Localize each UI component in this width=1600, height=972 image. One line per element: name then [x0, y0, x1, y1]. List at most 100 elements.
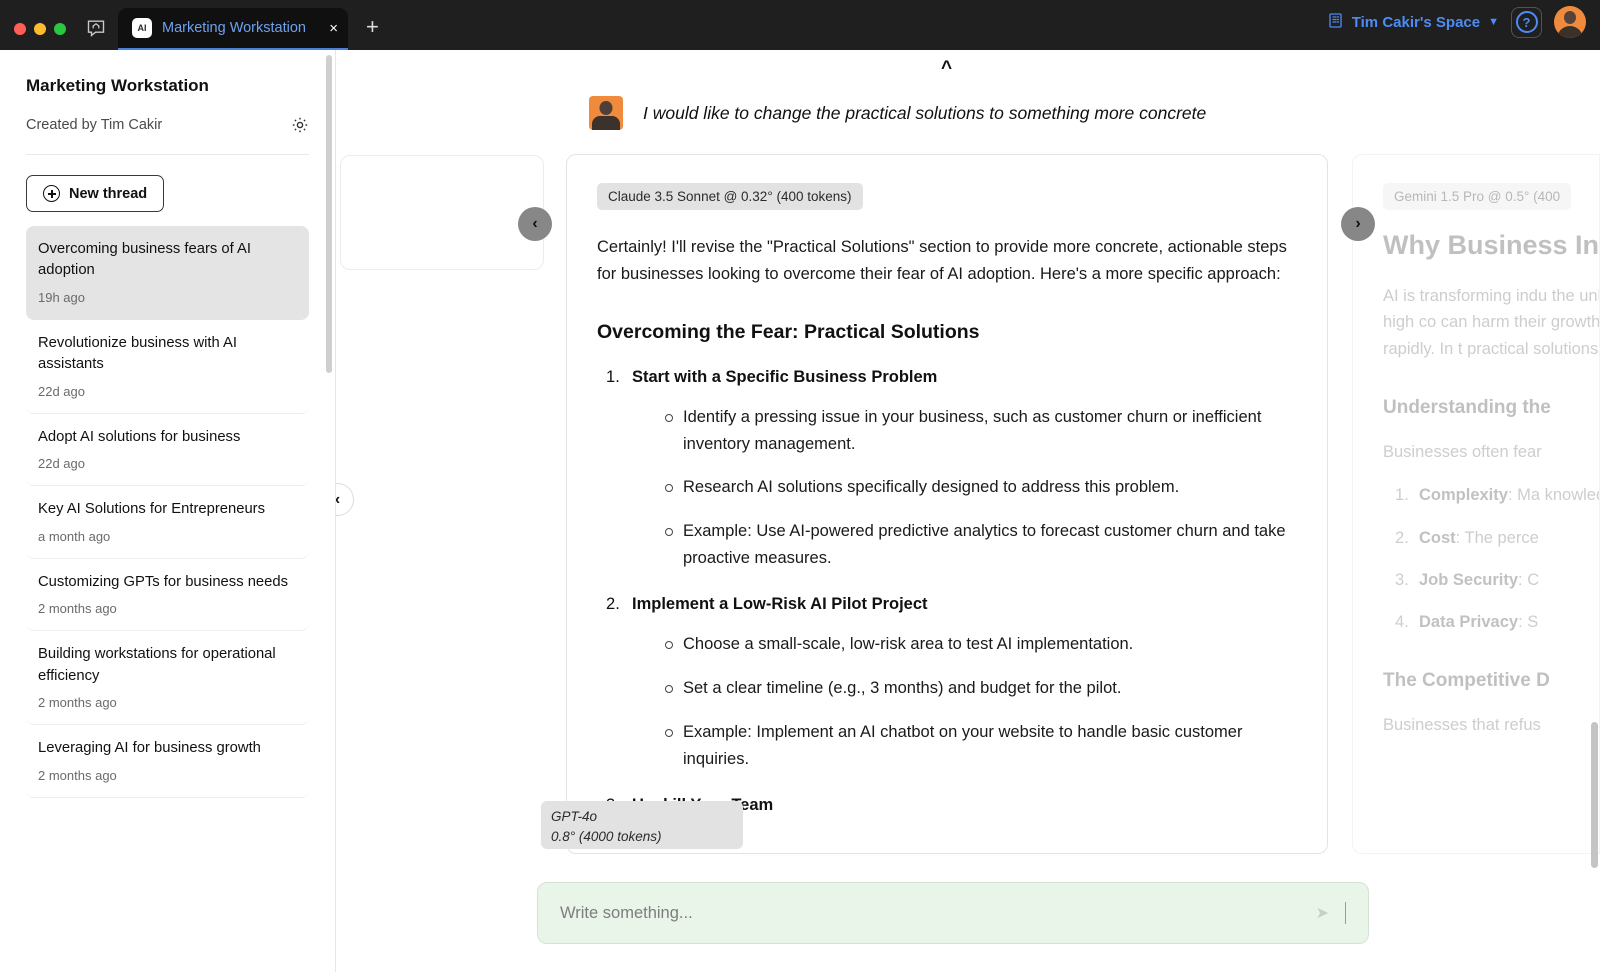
chrome-right-controls: Tim Cakir's Space ▼ ? — [1327, 6, 1600, 50]
avatar[interactable] — [1554, 6, 1586, 38]
gear-icon[interactable] — [291, 116, 309, 134]
next-response-button[interactable]: › — [1341, 207, 1375, 241]
list-item-text: : The perce — [1456, 529, 1539, 547]
workspace-meta-row: Created by Tim Cakir — [26, 116, 309, 155]
avatar-head — [1564, 11, 1576, 24]
window-controls[interactable] — [0, 23, 80, 50]
list-item-text: : Ma knowledge. — [1508, 486, 1600, 504]
next-response-subheading: Understanding the — [1383, 397, 1599, 419]
minimize-window-button[interactable] — [34, 23, 46, 35]
thread-timestamp: 2 months ago — [38, 601, 297, 616]
new-tab-button[interactable]: + — [348, 16, 391, 50]
sidebar-header: Marketing Workstation Created by Tim Cak… — [0, 50, 335, 155]
tab-title: Marketing Workstation — [162, 20, 317, 36]
thread-list-item[interactable]: Key AI Solutions for Entrepreneurs a mon… — [26, 486, 309, 558]
app-body: Marketing Workstation Created by Tim Cak… — [0, 50, 1600, 972]
space-selector[interactable]: Tim Cakir's Space ▼ — [1327, 12, 1499, 33]
step-bullet: Research AI solutions specifically desig… — [597, 474, 1297, 501]
maximize-window-button[interactable] — [54, 23, 66, 35]
sidebar-scrollbar[interactable] — [326, 55, 332, 373]
thread-timestamp: a month ago — [38, 529, 297, 544]
next-response-heading-2: The Competitive D — [1383, 670, 1599, 692]
step-bullets: Identify a pressing issue in your busine… — [597, 404, 1297, 572]
step-title: Implement a Low-Risk AI Pilot Project — [597, 595, 1297, 614]
thread-list-item[interactable]: Leveraging AI for business growth 2 mont… — [26, 725, 309, 797]
step-bullet: Example: Use AI-powered predictive analy… — [597, 518, 1297, 571]
assistant-response-card: Claude 3.5 Sonnet @ 0.32° (400 tokens) C… — [566, 154, 1328, 854]
list-item: Complexity: Ma knowledge. — [1383, 482, 1600, 508]
avatar-body — [1557, 26, 1583, 38]
send-icon[interactable]: ➤ — [1316, 903, 1329, 923]
thread-timestamp: 22d ago — [38, 384, 297, 399]
thread-list-item[interactable]: Overcoming business fears of AI adoption… — [26, 226, 309, 320]
thread-list-item[interactable]: Revolutionize business with AI assistant… — [26, 320, 309, 414]
tab-favicon: AI — [132, 18, 152, 38]
step-bullet: Identify a pressing issue in your busine… — [597, 404, 1297, 457]
thread-list: Overcoming business fears of AI adoption… — [0, 212, 335, 798]
thread-title: Customizing GPTs for business needs — [38, 572, 297, 593]
home-bubble-icon[interactable] — [82, 14, 110, 42]
close-tab-icon[interactable]: × — [327, 21, 338, 36]
space-selector-label: Tim Cakir's Space — [1352, 14, 1480, 31]
thread-list-item[interactable]: Customizing GPTs for business needs 2 mo… — [26, 559, 309, 631]
new-thread-wrapper: New thread — [0, 155, 335, 212]
response-step-list: Start with a Specific Business Problem I… — [597, 368, 1297, 815]
thread-timestamp: 22d ago — [38, 456, 297, 471]
thread-title: Adopt AI solutions for business — [38, 427, 297, 448]
tooltip-model-settings: 0.8° (4000 tokens) — [551, 827, 733, 847]
response-intro: Certainly! I'll revise the "Practical So… — [597, 234, 1297, 288]
new-thread-button[interactable]: New thread — [26, 175, 164, 212]
workspace-title: Marketing Workstation — [26, 76, 309, 96]
previous-response-card[interactable] — [340, 155, 544, 270]
model-badge[interactable]: Claude 3.5 Sonnet @ 0.32° (400 tokens) — [597, 183, 863, 210]
tooltip-model-name: GPT-4o — [551, 807, 733, 827]
plus-circle-icon — [43, 185, 60, 202]
user-message-text: I would like to change the practical sol… — [643, 103, 1206, 124]
list-item-text: : S — [1518, 613, 1538, 631]
model-tooltip: GPT-4o 0.8° (4000 tokens) — [541, 801, 743, 849]
list-item-label: Complexity — [1419, 486, 1508, 504]
response-heading: Overcoming the Fear: Practical Solutions — [597, 321, 1297, 344]
avatar-head — [600, 101, 613, 115]
step-title: Start with a Specific Business Problem — [597, 368, 1297, 387]
list-item-label: Data Privacy — [1419, 613, 1518, 631]
step-bullets: Choose a small-scale, low-risk area to t… — [597, 631, 1297, 772]
list-item-label: Job Security — [1419, 571, 1518, 589]
chevron-down-icon: ▼ — [1488, 16, 1499, 28]
sidebar: Marketing Workstation Created by Tim Cak… — [0, 50, 336, 972]
chat-content: ^ I would like to change the practical s… — [336, 50, 1600, 972]
browser-tab[interactable]: AI Marketing Workstation × — [118, 8, 348, 50]
composer-placeholder[interactable]: Write something... — [560, 904, 693, 923]
thread-timestamp: 19h ago — [38, 290, 297, 305]
step-bullet: Example: Implement an AI chatbot on your… — [597, 719, 1297, 772]
text-caret — [1345, 902, 1346, 924]
browser-chrome: AI Marketing Workstation × + Tim Cakir's… — [0, 0, 1600, 50]
list-item: Cost: The perce — [1383, 525, 1600, 551]
thread-timestamp: 2 months ago — [38, 695, 297, 710]
next-response-list: Complexity: Ma knowledge. Cost: The perc… — [1383, 482, 1599, 636]
help-button[interactable]: ? — [1511, 7, 1542, 38]
collapse-sidebar-button[interactable]: ‹ — [336, 483, 354, 516]
chevron-up-icon[interactable]: ^ — [941, 58, 952, 80]
list-item-label: Cost — [1419, 529, 1456, 547]
thread-list-item[interactable]: Building workstations for operational ef… — [26, 631, 309, 725]
next-response-paragraph-2: Businesses that refus — [1383, 712, 1600, 739]
step-bullet: Set a clear timeline (e.g., 3 months) an… — [597, 675, 1297, 702]
question-mark-icon: ? — [1516, 11, 1538, 33]
user-message-avatar — [589, 96, 623, 130]
thread-list-item[interactable]: Adopt AI solutions for business 22d ago — [26, 414, 309, 486]
next-response-paragraph: AI is transforming indu the unknown, hig… — [1383, 283, 1600, 364]
response-step: Implement a Low-Risk AI Pilot Project Ch… — [597, 595, 1297, 772]
previous-response-button[interactable]: ‹ — [518, 207, 552, 241]
next-response-card[interactable]: Gemini 1.5 Pro @ 0.5° (400 Why Business … — [1352, 154, 1600, 854]
response-step: Start with a Specific Business Problem I… — [597, 368, 1297, 572]
next-response-subparagraph: Businesses often fear — [1383, 439, 1600, 466]
thread-title: Leveraging AI for business growth — [38, 738, 297, 759]
step-bullet: Choose a small-scale, low-risk area to t… — [597, 631, 1297, 658]
next-response-heading: Why Business Inaction — [1383, 228, 1600, 263]
page-scrollbar[interactable] — [1591, 722, 1598, 868]
message-composer[interactable]: Write something... ➤ — [537, 882, 1369, 944]
close-window-button[interactable] — [14, 23, 26, 35]
model-badge: Gemini 1.5 Pro @ 0.5° (400 — [1383, 183, 1571, 210]
thread-timestamp: 2 months ago — [38, 768, 297, 783]
